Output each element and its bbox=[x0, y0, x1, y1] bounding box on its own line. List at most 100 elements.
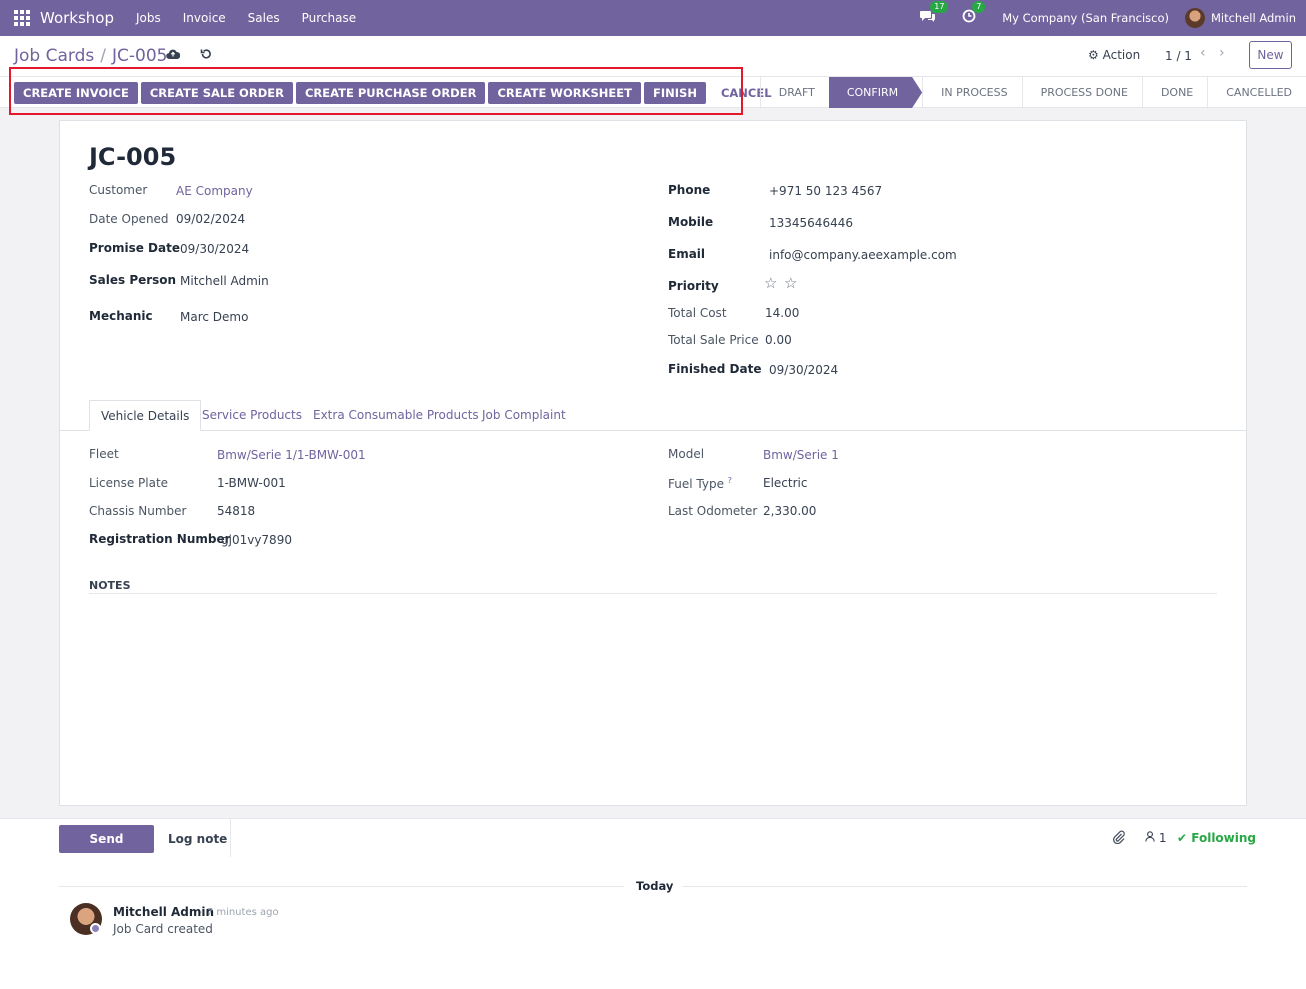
fuel-type-field: Electric bbox=[763, 476, 808, 490]
create-sale-order-button[interactable]: CREATE SALE ORDER bbox=[140, 82, 293, 104]
tab-job-complaint[interactable]: Job Complaint bbox=[471, 400, 577, 431]
total-sale-price-field: 0.00 bbox=[765, 333, 792, 347]
registration-number-label: Registration Number bbox=[89, 532, 231, 546]
create-purchase-order-button[interactable]: CREATE PURCHASE ORDER bbox=[295, 82, 486, 104]
pager-prev-icon[interactable]: ‹ bbox=[1200, 45, 1206, 61]
followers-count: 1 bbox=[1158, 831, 1167, 845]
pager-next-icon[interactable]: › bbox=[1219, 45, 1225, 61]
finished-date-label: Finished Date bbox=[668, 362, 762, 376]
user-menu[interactable]: Mitchell Admin bbox=[1211, 11, 1296, 25]
action-menu-button[interactable]: ⚙ Action bbox=[1088, 48, 1140, 62]
activities-clock-icon[interactable]: 7 bbox=[962, 1, 986, 27]
priority-star-icon[interactable]: ☆ bbox=[764, 274, 777, 292]
chassis-number-label: Chassis Number bbox=[89, 504, 187, 518]
stage-draft[interactable]: DRAFT bbox=[759, 77, 829, 108]
sales-person-field[interactable]: Mitchell Admin bbox=[180, 274, 269, 288]
message-author[interactable]: Mitchell Admin bbox=[113, 905, 214, 919]
apps-menu-icon[interactable] bbox=[14, 10, 30, 26]
chatter-divider bbox=[230, 819, 231, 857]
message-body: Job Card created bbox=[113, 922, 213, 936]
chatter: Send message Log note 1 ✔ Following Toda… bbox=[0, 818, 1306, 989]
breadcrumb: Job Cards / JC-005 bbox=[14, 46, 168, 66]
stage-cancelled[interactable]: CANCELLED bbox=[1207, 77, 1306, 108]
save-cloud-icon[interactable] bbox=[166, 48, 181, 64]
last-odometer-field: 2,330.00 bbox=[763, 504, 817, 518]
finished-date-field[interactable]: 09/30/2024 bbox=[769, 363, 838, 377]
fleet-field[interactable]: Bmw/Serie 1/1-BMW-001 bbox=[217, 448, 366, 462]
activities-count-badge: 7 bbox=[972, 1, 986, 13]
fuel-type-label-text: Fuel Type bbox=[668, 477, 724, 491]
stage-in-process[interactable]: IN PROCESS bbox=[922, 77, 1022, 108]
following-label: Following bbox=[1191, 831, 1257, 845]
send-message-button[interactable]: Send message bbox=[59, 825, 154, 874]
stage-done[interactable]: DONE bbox=[1141, 77, 1207, 108]
date-separator-line bbox=[682, 886, 1247, 887]
menu-sales[interactable]: Sales bbox=[248, 11, 280, 25]
stage-confirm[interactable]: CONFIRM bbox=[829, 77, 922, 108]
control-panel: Job Cards / JC-005 ⚙ Action 1 / 1 ‹ › New bbox=[0, 36, 1306, 77]
fleet-label: Fleet bbox=[89, 447, 119, 461]
company-switcher[interactable]: My Company (San Francisco) bbox=[1002, 11, 1169, 25]
header-buttons: CREATE INVOICE CREATE SALE ORDER CREATE … bbox=[14, 82, 784, 104]
fuel-type-label: Fuel Type ? bbox=[668, 476, 732, 491]
mobile-field[interactable]: 13345646446 bbox=[769, 216, 853, 230]
notes-label: NOTES bbox=[89, 579, 131, 592]
new-button[interactable]: New bbox=[1249, 41, 1292, 69]
stage-pipeline: DRAFT CONFIRM IN PROCESS PROCESS DONE DO… bbox=[759, 77, 1306, 108]
phone-field[interactable]: +971 50 123 4567 bbox=[769, 184, 882, 198]
fuel-type-help-icon[interactable]: ? bbox=[728, 476, 732, 485]
menu-purchase[interactable]: Purchase bbox=[302, 11, 357, 25]
action-label: Action bbox=[1102, 48, 1141, 62]
message-timestamp: - 7 minutes ago bbox=[200, 907, 279, 918]
total-cost-field: 14.00 bbox=[765, 306, 800, 320]
user-avatar[interactable] bbox=[1184, 8, 1205, 28]
log-note-button[interactable]: Log note bbox=[168, 832, 227, 846]
date-opened-field[interactable]: 09/02/2024 bbox=[176, 212, 245, 226]
model-label: Model bbox=[668, 447, 705, 461]
notebook-tabs: Vehicle Details Service Products Extra C… bbox=[60, 400, 1246, 431]
menu-jobs[interactable]: Jobs bbox=[136, 11, 161, 25]
app-brand[interactable]: Workshop bbox=[40, 9, 114, 27]
form-statusbar: CREATE INVOICE CREATE SALE ORDER CREATE … bbox=[0, 77, 1306, 108]
gear-icon: ⚙ bbox=[1088, 48, 1099, 62]
top-navbar: Workshop Jobs Invoice Sales Purchase 17 … bbox=[0, 0, 1306, 36]
person-icon bbox=[1145, 831, 1159, 845]
record-title: JC-005 bbox=[89, 143, 177, 171]
mobile-label: Mobile bbox=[668, 215, 714, 229]
license-plate-field: 1-BMW-001 bbox=[217, 476, 286, 490]
customer-label: Customer bbox=[89, 183, 148, 197]
phone-label: Phone bbox=[668, 183, 711, 197]
finish-button[interactable]: FINISH bbox=[644, 82, 706, 104]
mechanic-field[interactable]: Marc Demo bbox=[180, 310, 248, 324]
messages-icon[interactable]: 17 bbox=[920, 1, 949, 27]
create-invoice-button[interactable]: CREATE INVOICE bbox=[14, 82, 138, 104]
date-separator-line bbox=[59, 886, 624, 887]
promise-date-field[interactable]: 09/30/2024 bbox=[180, 242, 249, 256]
following-button[interactable]: ✔ Following bbox=[1177, 831, 1256, 845]
breadcrumb-parent[interactable]: Job Cards bbox=[14, 46, 94, 66]
model-field[interactable]: Bmw/Serie 1 bbox=[763, 448, 839, 462]
discard-undo-icon[interactable] bbox=[200, 48, 212, 64]
pager-value[interactable]: 1 / 1 bbox=[1165, 49, 1192, 63]
stage-process-done[interactable]: PROCESS DONE bbox=[1021, 77, 1142, 108]
paperclip-icon[interactable] bbox=[1112, 830, 1126, 848]
tab-vehicle-details[interactable]: Vehicle Details bbox=[89, 400, 202, 431]
date-separator: Today bbox=[636, 879, 674, 893]
form-sheet: JC-005 Customer AE Company Date Opened 0… bbox=[59, 120, 1247, 806]
license-plate-label: License Plate bbox=[89, 476, 169, 490]
email-field[interactable]: info@company.aeexample.com bbox=[769, 248, 957, 262]
tab-extra-consumable-products[interactable]: Extra Consumable Products bbox=[302, 400, 490, 431]
create-worksheet-button[interactable]: CREATE WORKSHEET bbox=[488, 82, 641, 104]
customer-field[interactable]: AE Company bbox=[176, 184, 253, 198]
online-status-dot bbox=[90, 923, 101, 934]
email-label: Email bbox=[668, 247, 706, 261]
tab-service-products[interactable]: Service Products bbox=[191, 400, 313, 431]
chassis-number-field: 54818 bbox=[217, 504, 256, 518]
priority-star-icon[interactable]: ☆ bbox=[784, 274, 797, 292]
mechanic-label: Mechanic bbox=[89, 309, 153, 323]
check-icon: ✔ bbox=[1177, 831, 1188, 845]
registration-number-field[interactable]: gj01vy7890 bbox=[221, 533, 292, 547]
priority-label: Priority bbox=[668, 279, 719, 293]
followers-button[interactable]: 1 bbox=[1145, 831, 1166, 845]
menu-invoice[interactable]: Invoice bbox=[183, 11, 226, 25]
